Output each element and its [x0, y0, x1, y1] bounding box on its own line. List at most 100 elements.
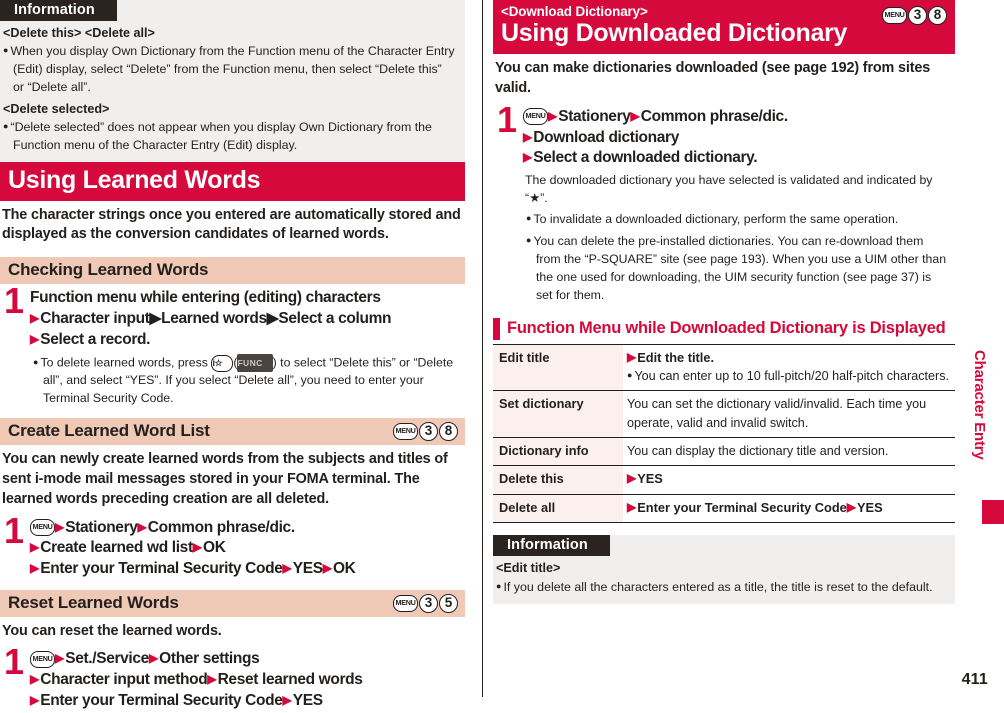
section-eyebrow: <Download Dictionary> [501, 4, 648, 19]
triangle-icon: ▶ [523, 150, 533, 165]
table-value-bold: ▶Edit the title. [627, 349, 715, 365]
triangle-icon: ▶ [30, 331, 40, 346]
subsection-header-reset: Reset Learned Words MENU 3 5 [0, 589, 465, 617]
triangle-icon: ▶ [30, 560, 40, 575]
section-banner-right: <Download Dictionary> Using Downloaded D… [493, 0, 955, 55]
step-line: ▶Download dictionaryDownload dictionary [523, 128, 680, 146]
menu-key-icon: MENU [882, 7, 907, 24]
table-cell-key: Dictionary info [493, 437, 623, 466]
triangle-icon: ▶ [137, 519, 147, 534]
section-title: Using Learned Words [8, 165, 261, 194]
information-item: ● When you display Own Dictionary from th… [3, 44, 455, 94]
right-column: <Download Dictionary> Using Downloaded D… [493, 0, 955, 604]
step-line: ▶Create learned wd list▶OK [30, 539, 226, 557]
step-line: ▶Enter your Terminal Security Code▶YES [30, 691, 323, 709]
bullet-icon: ● [526, 235, 532, 246]
step-line: MENU ▶Stationery▶Common phrase/dic. [30, 518, 463, 539]
step-line: MENU ▶Set./Service▶Other settings [30, 649, 463, 670]
step-note: ● To delete learned words, press i☆ (FUNC)… [33, 354, 454, 406]
triangle-icon: ▶ [523, 129, 533, 144]
section-lead-text: The character strings once you entered a… [2, 206, 461, 243]
step-line: ▶Select a record. [30, 330, 151, 348]
triangle-icon: ▶ [207, 672, 217, 687]
function-menu-title: Function Menu while Downloaded Dictionar… [507, 318, 946, 337]
table-cell-key: Set dictionary [493, 390, 623, 438]
step-line: ▶Character input method▶Reset learned wo… [30, 671, 363, 689]
table-cell-value: ▶YES [623, 466, 955, 495]
subsection-title: Checking Learned Words [8, 260, 209, 280]
table-cell-key: Edit title [493, 344, 623, 391]
triangle-icon: ▶ [846, 499, 857, 514]
step-block: 1 MENU ▶Stationery▶Common phrase/dic. ▶Cr… [0, 509, 465, 582]
bullet-icon: ● [627, 370, 633, 381]
number-key-icon: 8 [928, 6, 947, 25]
manual-page: Information <Delete this> <Delete all> ●… [0, 0, 1004, 709]
information-block-bottom: Information <Edit title> ● If you delete … [493, 535, 955, 604]
step-block: 1 MENU ▶Stationery▶Common phrase/dic. ▶Do… [493, 98, 955, 307]
table-value-bold: ▶YES [627, 471, 663, 487]
step-number: 1 [4, 641, 25, 683]
step-line: ▶Enter your Terminal Security Code▶YES▶O… [30, 559, 356, 577]
subsection-header-create: Create Learned Word List MENU 3 8 [0, 418, 465, 446]
step-line: ▶Character input▶Learned words▶Select a … [30, 309, 392, 327]
left-column: Information <Delete this> <Delete all> ●… [0, 0, 465, 713]
table-row: Delete all ▶Enter your Terminal Security… [493, 494, 955, 523]
function-menu-header: Function Menu while Downloaded Dictionar… [493, 317, 955, 342]
table-value-sub: ● You can enter up to 10 full-pitch/20 ha… [627, 369, 950, 384]
triangle-icon: ▶ [630, 108, 640, 123]
section-lead-text: You can make dictionaries downloaded (se… [495, 60, 931, 97]
triangle-icon: ▶ [55, 519, 65, 534]
step-line: ▶Select a downloaded dictionary. [523, 149, 758, 167]
step-number: 1 [497, 98, 518, 140]
information-group-label: <Edit title> [496, 561, 561, 576]
shortcut-keys: MENU 3 8 [393, 422, 458, 442]
triangle-icon: ▶ [548, 108, 558, 123]
number-key-icon: 8 [439, 422, 458, 442]
function-menu-table: Edit title ▶Edit the title. ● You can ent… [493, 344, 955, 524]
section-banner-left: Using Learned Words [0, 161, 465, 201]
menu-key-icon: MENU [393, 423, 418, 441]
page-number: 411 [961, 671, 988, 688]
table-row: Set dictionary You can set the dictionar… [493, 390, 955, 438]
information-block-top: Information <Delete this> <Delete all> ●… [0, 0, 465, 162]
subsection-intro: You can reset the learned words. [2, 622, 222, 639]
step-number: 1 [4, 509, 25, 551]
information-item: ● If you delete all the characters entere… [496, 579, 933, 594]
menu-key-icon: MENU [30, 650, 55, 668]
triangle-icon: ▶ [627, 349, 637, 364]
step-block: 1 Function menu while entering (editing)… [0, 283, 465, 410]
number-key-icon: 3 [908, 6, 927, 25]
information-heading: Information [493, 535, 610, 557]
func-key-icon: FUNC [237, 354, 273, 373]
information-group-label: <Delete selected> [3, 101, 110, 116]
number-key-icon: 3 [419, 422, 438, 442]
table-row: Edit title ▶Edit the title. ● You can ent… [493, 344, 955, 391]
triangle-icon: ▶ [282, 692, 292, 707]
triangle-icon: ▶ [282, 560, 292, 575]
bullet-icon: ● [33, 356, 39, 367]
information-heading: Information [0, 0, 117, 21]
bullet-icon: ● [496, 580, 502, 591]
triangle-icon: ▶ [148, 651, 159, 666]
bullet-icon: ● [3, 45, 9, 56]
step-note: ● You can delete the pre-installed dictio… [526, 234, 947, 302]
step-line: MENU ▶Stationery▶Common phrase/dic. [523, 107, 953, 128]
shortcut-keys: MENU 3 5 [393, 593, 458, 613]
triangle-icon: ▶ [627, 471, 637, 486]
bullet-icon: ● [3, 121, 9, 132]
information-group-label: <Delete this> <Delete all> [3, 26, 155, 40]
triangle-icon: ▶ [30, 310, 40, 325]
table-cell-value: You can display the dictionary title and… [627, 443, 889, 458]
table-value-bold: ▶Enter your Terminal Security Code▶YES [627, 499, 883, 515]
information-item: ● “Delete selected” does not appear when … [3, 120, 432, 152]
menu-key-icon: MENU [393, 594, 418, 612]
side-tab-label: Character Entry [971, 350, 988, 460]
imode-key-icon: i☆ [211, 354, 234, 372]
table-cell-value: ▶Enter your Terminal Security Code▶YES [623, 494, 955, 523]
table-cell-value: You can set the dictionary valid/invalid… [627, 397, 927, 430]
triangle-icon: ▶ [55, 651, 65, 666]
table-cell-key: Delete all [493, 494, 623, 523]
triangle-icon: ▶ [30, 692, 40, 707]
subsection-title: Reset Learned Words [8, 592, 179, 612]
number-key-icon: 5 [439, 593, 458, 613]
